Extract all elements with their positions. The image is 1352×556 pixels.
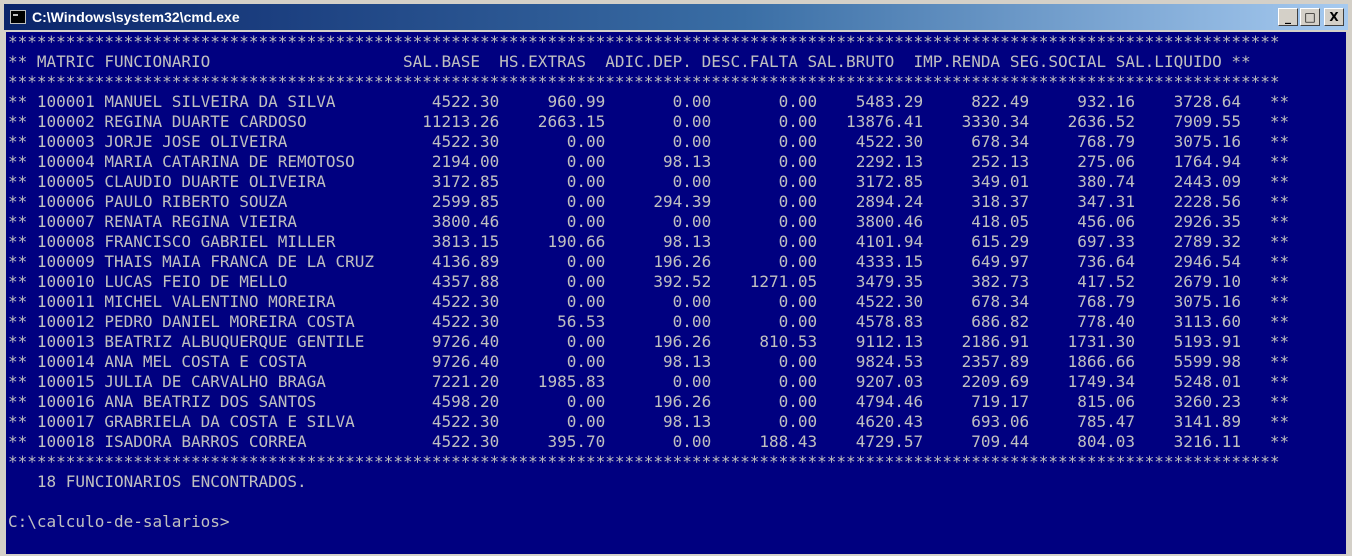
command-prompt[interactable]: C:\calculo-de-salarios>	[6, 512, 1346, 532]
maximize-button[interactable]: □	[1300, 8, 1320, 26]
table-header: ** MATRIC FUNCIONARIO SAL.BASE HS.EXTRAS…	[8, 52, 1251, 71]
table-row: ** 100004 MARIA CATARINA DE REMOTOSO 219…	[8, 152, 1290, 171]
table-row: ** 100013 BEATRIZ ALBUQUERQUE GENTILE 97…	[8, 332, 1290, 351]
table-row: ** 100016 ANA BEATRIZ DOS SANTOS 4598.20…	[8, 392, 1290, 411]
table-row: ** 100015 JULIA DE CARVALHO BRAGA 7221.2…	[8, 372, 1290, 391]
table-row: ** 100001 MANUEL SILVEIRA DA SILVA 4522.…	[8, 92, 1290, 111]
window-controls: _ □ X	[1278, 8, 1344, 26]
table-body: ** 100001 MANUEL SILVEIRA DA SILVA 4522.…	[6, 92, 1346, 452]
table-row: ** 100017 GRABRIELA DA COSTA E SILVA 452…	[8, 412, 1290, 431]
cmd-app-icon[interactable]	[10, 10, 26, 24]
minimize-button[interactable]: _	[1278, 8, 1298, 26]
table-row: ** 100009 THAIS MAIA FRANCA DE LA CRUZ 4…	[8, 252, 1290, 271]
console-output[interactable]: ****************************************…	[6, 32, 1346, 554]
table-row: ** 100012 PEDRO DANIEL MOREIRA COSTA 452…	[8, 312, 1290, 331]
window-title: C:\Windows\system32\cmd.exe	[32, 9, 240, 25]
table-row: ** 100018 ISADORA BARROS CORREA 4522.30 …	[8, 432, 1290, 451]
cmd-window: C:\Windows\system32\cmd.exe _ □ X ******…	[0, 0, 1352, 556]
separator-line: ****************************************…	[8, 72, 1280, 91]
table-row: ** 100005 CLAUDIO DUARTE OLIVEIRA 3172.8…	[8, 172, 1290, 191]
table-row: ** 100008 FRANCISCO GABRIEL MILLER 3813.…	[8, 232, 1290, 251]
separator-line: ****************************************…	[8, 452, 1280, 471]
table-row: ** 100006 PAULO RIBERTO SOUZA 2599.85 0.…	[8, 192, 1290, 211]
separator-line: ****************************************…	[8, 32, 1280, 51]
summary-text: 18 FUNCIONARIOS ENCONTRADOS.	[8, 472, 307, 491]
table-row: ** 100007 RENATA REGINA VIEIRA 3800.46 0…	[8, 212, 1290, 231]
table-row: ** 100010 LUCAS FEIO DE MELLO 4357.88 0.…	[8, 272, 1290, 291]
table-row: ** 100003 JORJE JOSE OLIVEIRA 4522.30 0.…	[8, 132, 1290, 151]
table-row: ** 100014 ANA MEL COSTA E COSTA 9726.40 …	[8, 352, 1290, 371]
close-button[interactable]: X	[1324, 8, 1344, 26]
table-row: ** 100002 REGINA DUARTE CARDOSO 11213.26…	[8, 112, 1290, 131]
title-bar[interactable]: C:\Windows\system32\cmd.exe _ □ X	[4, 4, 1348, 30]
table-row: ** 100011 MICHEL VALENTINO MOREIRA 4522.…	[8, 292, 1290, 311]
